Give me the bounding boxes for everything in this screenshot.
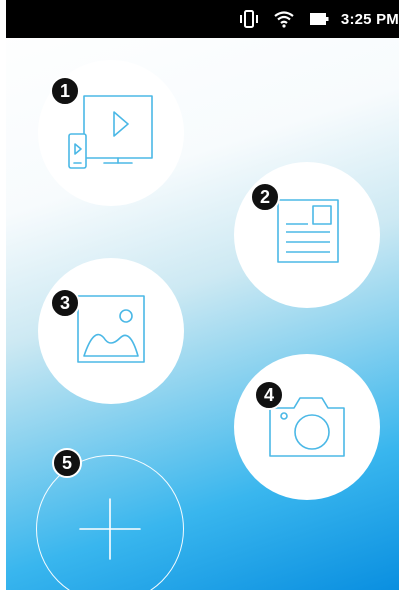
vibrate-icon — [239, 10, 258, 28]
home-screen: 3:25 PM 1 2 3 4 5 — [6, 0, 399, 590]
shortcut-gallery[interactable]: 3 — [38, 258, 184, 404]
status-time: 3:25 PM — [340, 10, 399, 28]
status-bar: 3:25 PM — [6, 0, 399, 38]
badge-1: 1 — [50, 76, 80, 106]
shortcut-camera[interactable]: 4 — [234, 354, 380, 500]
badge-5: 5 — [52, 448, 82, 478]
shortcut-screen-cast[interactable]: 1 — [38, 60, 184, 206]
wifi-icon — [274, 11, 294, 28]
camera-icon — [269, 397, 345, 457]
badge-2: 2 — [250, 182, 280, 212]
badge-3: 3 — [50, 288, 80, 318]
gallery-icon — [77, 295, 145, 363]
battery-icon — [309, 13, 329, 25]
badge-4: 4 — [254, 380, 284, 410]
shortcut-document[interactable]: 2 — [234, 162, 380, 308]
